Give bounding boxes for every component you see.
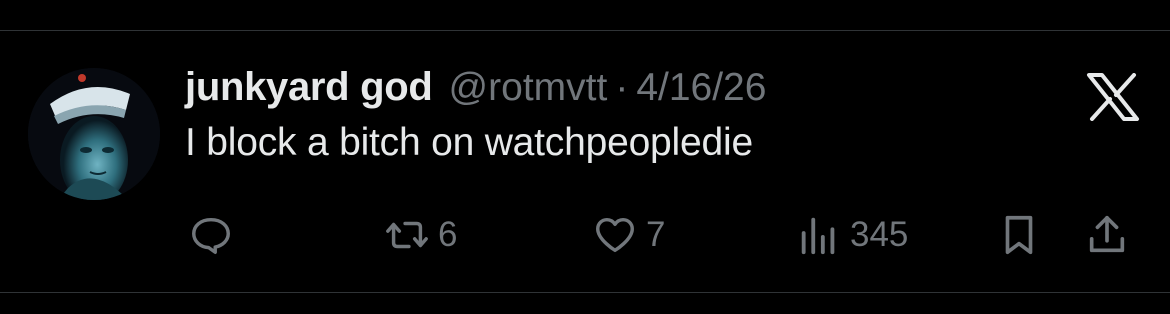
user-handle[interactable]: @rotmvtt — [449, 66, 608, 110]
tweet-date[interactable]: 4/16/26 — [636, 66, 766, 110]
bookmark-button[interactable] — [996, 207, 1042, 263]
tweet-content: junkyard god @rotmvtt · 4/16/26 I block … — [185, 65, 1150, 165]
avatar[interactable] — [28, 68, 160, 200]
share-button[interactable] — [1084, 207, 1130, 263]
reply-button[interactable] — [188, 207, 234, 263]
reply-bubble-icon — [192, 217, 230, 254]
retweet-icon — [386, 221, 428, 249]
heart-icon — [596, 217, 634, 253]
display-name[interactable]: junkyard god — [185, 65, 433, 110]
tweet-text: I block a bitch on watchpeopledie — [185, 121, 753, 164]
bookmark-icon — [1005, 215, 1033, 255]
tweet-card[interactable]: junkyard god @rotmvtt · 4/16/26 I block … — [0, 30, 1170, 293]
x-logo-icon — [1086, 73, 1140, 121]
retweet-button[interactable]: 6 — [384, 207, 457, 263]
like-button[interactable]: 7 — [592, 207, 665, 263]
tweet-header: junkyard god @rotmvtt · 4/16/26 — [185, 65, 1150, 117]
avatar-image — [28, 68, 160, 200]
views-count: 345 — [850, 215, 909, 254]
views-button[interactable]: 345 — [796, 207, 908, 263]
like-count: 7 — [646, 215, 666, 254]
action-bar: 6 7 345 — [188, 207, 1148, 263]
retweet-count: 6 — [438, 215, 458, 254]
separator-dot: · — [615, 66, 629, 109]
bar-chart-icon — [801, 217, 835, 255]
share-upload-icon — [1089, 215, 1125, 253]
